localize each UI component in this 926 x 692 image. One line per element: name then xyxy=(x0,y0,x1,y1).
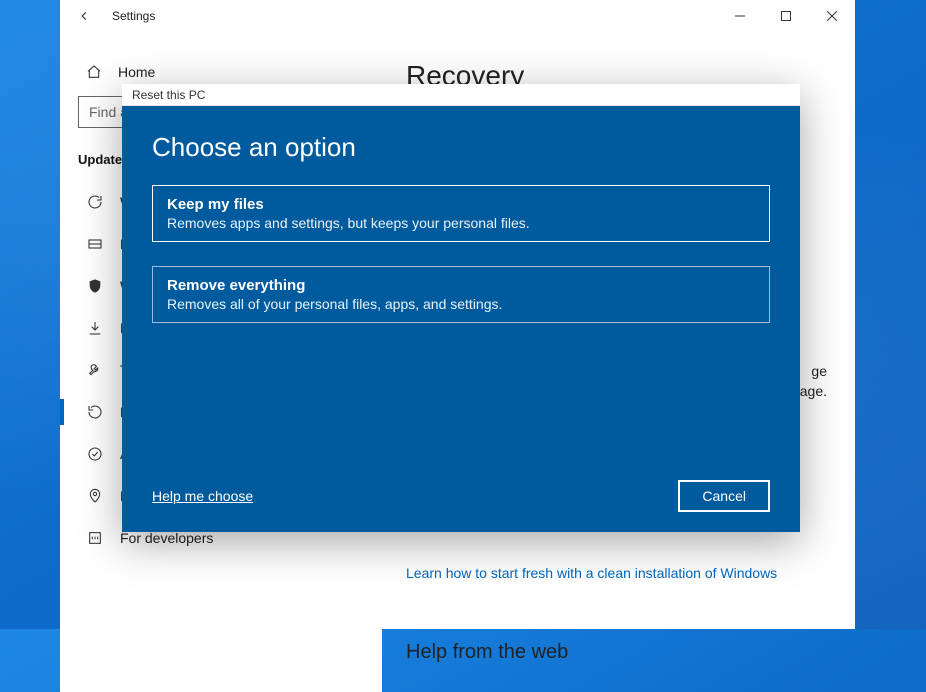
dialog-title: Reset this PC xyxy=(132,88,205,102)
sidebar-item-label: For developers xyxy=(120,530,213,546)
dialog-body: Choose an option Keep my files Removes a… xyxy=(122,106,800,532)
back-button[interactable] xyxy=(68,0,100,32)
close-button[interactable] xyxy=(809,0,855,32)
fresh-start-link[interactable]: Learn how to start fresh with a clean in… xyxy=(406,565,777,581)
home-icon xyxy=(86,64,102,80)
recovery-icon xyxy=(86,403,104,421)
cancel-button[interactable]: Cancel xyxy=(678,480,770,512)
option-desc: Removes all of your personal files, apps… xyxy=(167,296,755,312)
help-from-web-heading: Help from the web xyxy=(406,641,831,664)
minimize-button[interactable] xyxy=(717,0,763,32)
shield-icon xyxy=(86,277,104,295)
option-remove-everything[interactable]: Remove everything Removes all of your pe… xyxy=(152,266,770,323)
developers-icon xyxy=(86,529,104,547)
delivery-icon xyxy=(86,235,104,253)
dialog-footer: Help me choose Cancel xyxy=(152,480,770,512)
maximize-button[interactable] xyxy=(763,0,809,32)
troubleshoot-icon xyxy=(86,361,104,379)
dialog-heading: Choose an option xyxy=(152,132,770,163)
option-keep-my-files[interactable]: Keep my files Removes apps and settings,… xyxy=(152,185,770,242)
option-title: Remove everything xyxy=(167,277,755,294)
reset-pc-dialog: Reset this PC Choose an option Keep my f… xyxy=(122,84,800,532)
option-desc: Removes apps and settings, but keeps you… xyxy=(167,215,755,231)
dialog-titlebar: Reset this PC xyxy=(122,84,800,106)
sync-icon xyxy=(86,193,104,211)
activation-icon xyxy=(86,445,104,463)
help-me-choose-link[interactable]: Help me choose xyxy=(152,488,253,504)
window-controls xyxy=(717,0,855,32)
backup-icon xyxy=(86,319,104,337)
option-title: Keep my files xyxy=(167,196,755,213)
titlebar: Settings xyxy=(60,0,855,32)
window-title: Settings xyxy=(112,9,155,23)
sidebar-home-label: Home xyxy=(118,64,155,80)
find-icon xyxy=(86,487,104,505)
